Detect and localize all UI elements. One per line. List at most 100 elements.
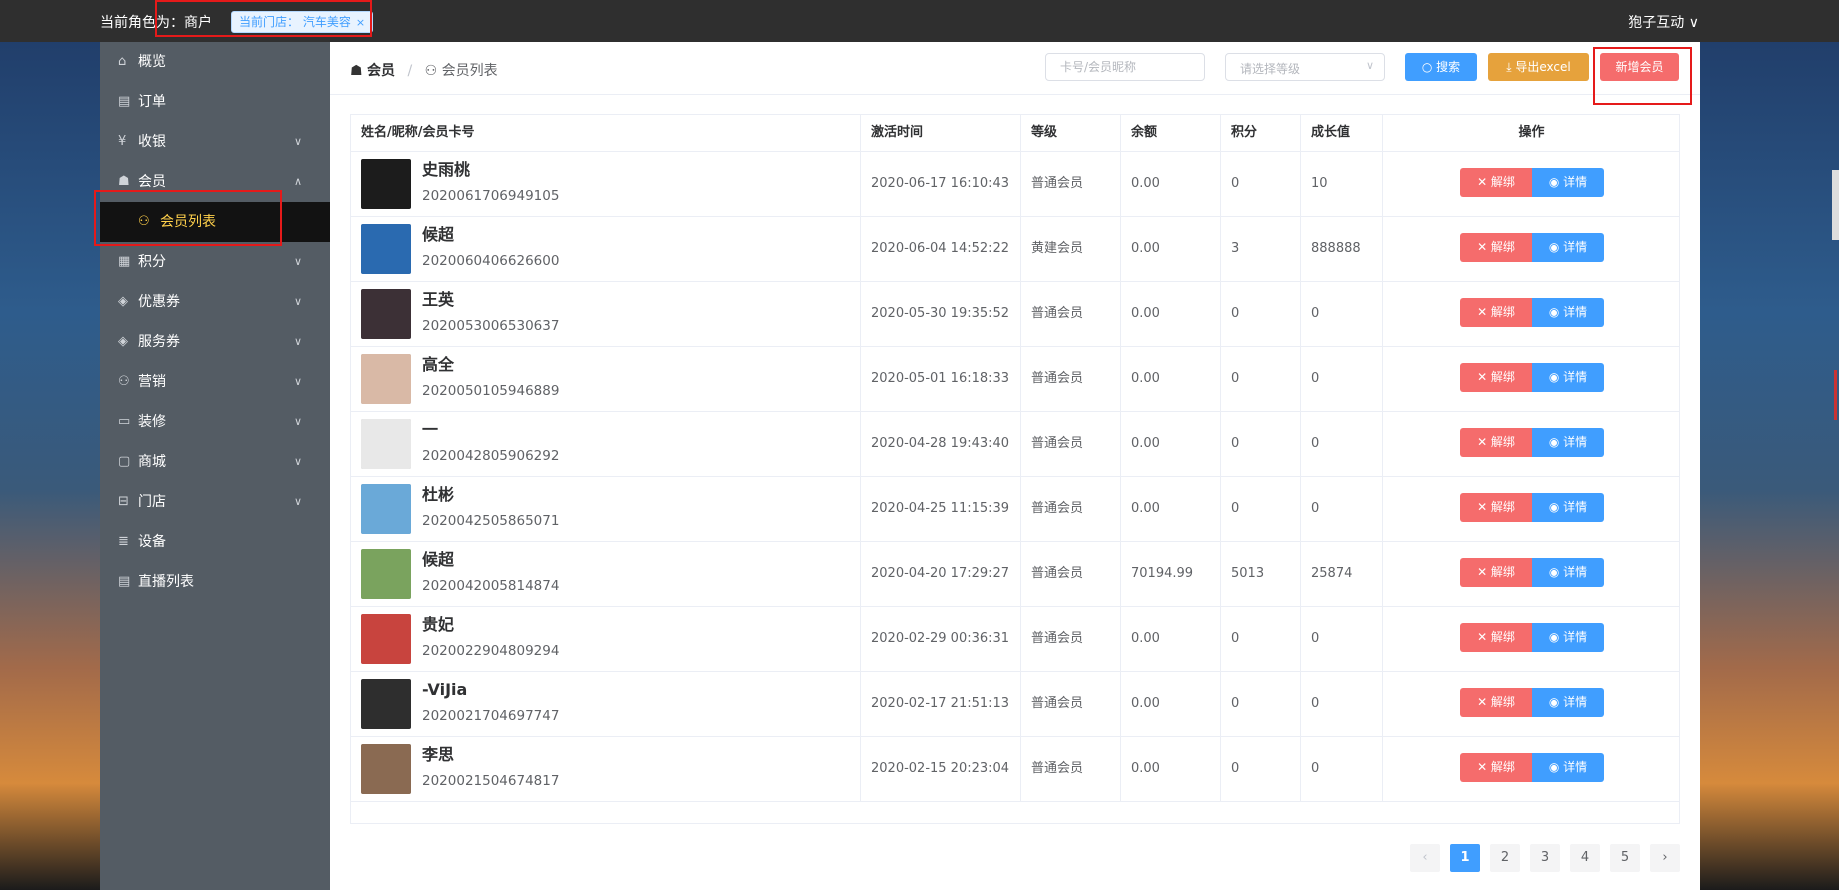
unbind-button[interactable]: ✕ 解绑	[1460, 168, 1532, 197]
unbind-button[interactable]: ✕ 解绑	[1460, 428, 1532, 457]
detail-button[interactable]: ◉ 详情	[1532, 623, 1604, 652]
sidebar-item-5[interactable]: ◈ 优惠券 ∨	[100, 282, 330, 322]
unbind-button[interactable]: ✕ 解绑	[1460, 363, 1532, 392]
pagination-page[interactable]: 1	[1450, 844, 1480, 872]
unbind-button[interactable]: ✕ 解绑	[1460, 753, 1532, 782]
member-points: 5013	[1221, 542, 1301, 606]
name-cell: 李思 2020021504674817	[351, 737, 861, 801]
member-points: 3	[1221, 217, 1301, 281]
detail-button[interactable]: ◉ 详情	[1532, 428, 1604, 457]
unbind-button[interactable]: ✕ 解绑	[1460, 688, 1532, 717]
pagination-page[interactable]: 3	[1530, 844, 1560, 872]
detail-button[interactable]: ◉ 详情	[1532, 688, 1604, 717]
sidebar-item-11[interactable]: ≣ 设备	[100, 522, 330, 562]
member-card-number: 2020053006530637	[422, 318, 560, 334]
export-excel-button[interactable]: ⤓ 导出excel	[1488, 53, 1589, 81]
search-button[interactable]: ○ 搜索	[1405, 53, 1477, 81]
member-name: 候超	[422, 550, 455, 569]
detail-button[interactable]: ◉ 详情	[1532, 298, 1604, 327]
pagination-page[interactable]: 4	[1570, 844, 1600, 872]
detail-button[interactable]: ◉ 详情	[1532, 363, 1604, 392]
actions-cell: ✕ 解绑 ◉ 详情	[1383, 542, 1680, 606]
member-card-number: 2020022904809294	[422, 643, 560, 659]
detail-button[interactable]: ◉ 详情	[1532, 168, 1604, 197]
activation-time: 2020-02-15 20:23:04	[861, 737, 1021, 801]
activation-time: 2020-06-04 14:52:22	[861, 217, 1021, 281]
current-store-tag[interactable]: 当前门店： 汽车美容 ×	[231, 11, 374, 33]
unbind-button[interactable]: ✕ 解绑	[1460, 623, 1532, 652]
member-list-icon: ⚇	[138, 214, 150, 229]
unbind-button[interactable]: ✕ 解绑	[1460, 493, 1532, 522]
table-header: 姓名/昵称/会员卡号 激活时间 等级 余额 积分 成长值 操作	[351, 115, 1679, 152]
member-level: 普通会员	[1021, 152, 1121, 216]
member-growth: 0	[1301, 477, 1383, 541]
page-scrollbar[interactable]	[1832, 170, 1839, 240]
unbind-button[interactable]: ✕ 解绑	[1460, 233, 1532, 262]
card-nickname-search-input[interactable]	[1045, 53, 1205, 81]
top-bar: 当前角色为：商户 当前门店： 汽车美容 × 狍子互动 ∨	[0, 0, 1839, 42]
member-points: 0	[1221, 347, 1301, 411]
activation-time: 2020-06-17 16:10:43	[861, 152, 1021, 216]
sidebar-item-3[interactable]: ☗ 会员 ∧	[100, 162, 330, 202]
member-name: 李思	[422, 745, 455, 764]
avatar	[361, 224, 411, 274]
member-name: 高全	[422, 355, 455, 374]
store-tag-close-icon[interactable]: ×	[356, 16, 365, 29]
column-header-level: 等级	[1021, 115, 1121, 151]
sidebar-item-label: 服务券	[138, 334, 180, 350]
sidebar-item-2[interactable]: ¥ 收银 ∨	[100, 122, 330, 162]
detail-button[interactable]: ◉ 详情	[1532, 233, 1604, 262]
member-points: 0	[1221, 672, 1301, 736]
breadcrumb-member[interactable]: 会员	[367, 63, 395, 79]
detail-button[interactable]: ◉ 详情	[1532, 558, 1604, 587]
pagination-next-icon[interactable]: ›	[1650, 844, 1680, 872]
sidebar-item-10[interactable]: ⊟ 门店 ∨	[100, 482, 330, 522]
sidebar-subitem-label: 会员列表	[160, 214, 216, 230]
avatar	[361, 614, 411, 664]
table-row: -ViJia 2020021704697747 2020-02-17 21:51:1…	[351, 672, 1679, 737]
member-level: 普通会员	[1021, 672, 1121, 736]
add-member-button[interactable]: 新增会员	[1600, 53, 1679, 81]
pagination-prev-icon[interactable]: ‹	[1410, 844, 1440, 872]
sidebar-item-0[interactable]: ⌂ 概览	[100, 42, 330, 82]
user-menu[interactable]: 狍子互动 ∨	[1628, 12, 1699, 32]
sidebar-item-icon: ⚇	[118, 374, 130, 389]
column-header-activation-time: 激活时间	[861, 115, 1021, 151]
unbind-button[interactable]: ✕ 解绑	[1460, 558, 1532, 587]
pagination-page[interactable]: 2	[1490, 844, 1520, 872]
table-row: 一 2020042805906292 2020-04-28 19:43:40 普通会员…	[351, 412, 1679, 477]
member-balance: 0.00	[1121, 672, 1221, 736]
member-name: -ViJia	[422, 680, 468, 699]
name-cell: 王英 2020053006530637	[351, 282, 861, 346]
table-row: 王英 2020053006530637 2020-05-30 19:35:52 普通会…	[351, 282, 1679, 347]
unbind-button[interactable]: ✕ 解绑	[1460, 298, 1532, 327]
table-row: 李思 2020021504674817 2020-02-15 20:23:04 普通会…	[351, 737, 1679, 802]
sidebar-subitem-member-list[interactable]: ⚇ 会员列表	[100, 202, 330, 242]
sidebar-item-9[interactable]: ▢ 商城 ∨	[100, 442, 330, 482]
level-select[interactable]: 请选择等级 ∨	[1225, 53, 1385, 81]
sidebar-item-icon: ¥	[118, 134, 127, 149]
sidebar-item-icon: ▦	[118, 254, 131, 269]
sidebar-item-label: 商城	[138, 454, 166, 470]
current-store-label: 当前门店： 汽车美容	[239, 15, 351, 29]
member-icon: ☗	[350, 63, 363, 79]
sidebar-item-4[interactable]: ▦ 积分 ∨	[100, 242, 330, 282]
pagination-page[interactable]: 5	[1610, 844, 1640, 872]
page-header: ☗ 会员 / ⚇ 会员列表 请选择等级 ∨ ○ 搜索 ⤓ 导出excel 新增会…	[330, 42, 1700, 95]
table-row: 高全 2020050105946889 2020-05-01 16:18:33 普通会…	[351, 347, 1679, 412]
sidebar-item-12[interactable]: ▤ 直播列表	[100, 562, 330, 602]
detail-button[interactable]: ◉ 详情	[1532, 753, 1604, 782]
sidebar-item-8[interactable]: ▭ 装修 ∨	[100, 402, 330, 442]
sidebar-item-1[interactable]: ▤ 订单	[100, 82, 330, 122]
detail-button[interactable]: ◉ 详情	[1532, 493, 1604, 522]
member-growth: 0	[1301, 607, 1383, 671]
chevron-icon: ∨	[293, 375, 302, 388]
actions-cell: ✕ 解绑 ◉ 详情	[1383, 412, 1680, 476]
member-balance: 0.00	[1121, 217, 1221, 281]
name-cell: 候超 2020042005814874	[351, 542, 861, 606]
member-points: 0	[1221, 607, 1301, 671]
sidebar-item-7[interactable]: ⚇ 营销 ∨	[100, 362, 330, 402]
member-growth: 0	[1301, 282, 1383, 346]
sidebar-item-6[interactable]: ◈ 服务券 ∨	[100, 322, 330, 362]
sidebar-item-icon: ≣	[118, 534, 129, 549]
